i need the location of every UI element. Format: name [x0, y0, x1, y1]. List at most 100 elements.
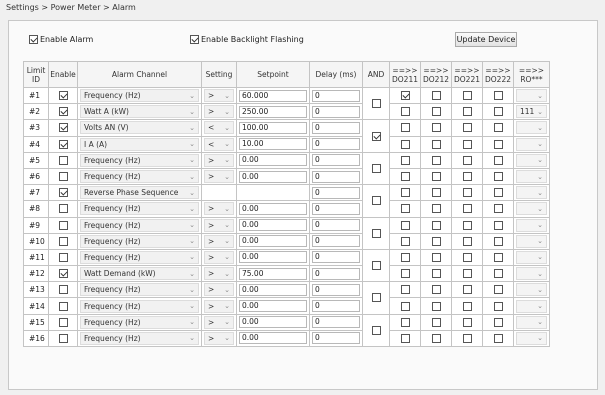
ro-select[interactable]: ⌄	[516, 137, 547, 151]
do211-checkbox[interactable]	[400, 91, 410, 101]
do211-checkbox[interactable]	[400, 269, 410, 279]
do212-checkbox[interactable]	[431, 188, 441, 198]
do222-checkbox[interactable]	[493, 91, 503, 101]
and-checkbox[interactable]	[371, 228, 381, 238]
alarm-channel-select[interactable]: Reverse Phase Sequence ⌄	[80, 186, 199, 200]
and-checkbox[interactable]	[371, 293, 381, 303]
enable-checkbox[interactable]	[58, 123, 68, 133]
do222-checkbox[interactable]	[493, 204, 503, 214]
do221-checkbox[interactable]	[462, 204, 472, 214]
enable-alarm-control[interactable]: Enable Alarm	[29, 35, 93, 44]
enable-checkbox[interactable]	[58, 236, 68, 246]
do222-checkbox[interactable]	[493, 123, 503, 133]
and-checkbox[interactable]	[371, 196, 381, 206]
setpoint-input[interactable]: 0.00	[239, 251, 307, 264]
do222-checkbox[interactable]	[493, 172, 503, 182]
setpoint-input[interactable]: 0.00	[239, 202, 307, 215]
setpoint-input[interactable]: 0.00	[239, 154, 307, 167]
do222-checkbox[interactable]	[493, 155, 503, 165]
ro-select[interactable]: ⌄	[516, 234, 547, 248]
delay-input[interactable]: 0	[312, 235, 360, 248]
ro-select[interactable]: ⌄	[516, 299, 547, 313]
do211-checkbox[interactable]	[400, 188, 410, 198]
do222-checkbox[interactable]	[493, 107, 503, 117]
enable-checkbox[interactable]	[58, 252, 68, 262]
delay-input[interactable]: 0	[312, 105, 360, 118]
ro-select[interactable]: ⌄	[516, 283, 547, 297]
enable-checkbox[interactable]	[58, 188, 68, 198]
alarm-channel-select[interactable]: Watt A (kW) ⌄	[80, 105, 199, 119]
setting-select[interactable]: > ⌄	[204, 105, 234, 119]
do212-checkbox[interactable]	[431, 91, 441, 101]
do211-checkbox[interactable]	[400, 236, 410, 246]
enable-checkbox[interactable]	[58, 285, 68, 295]
setting-select[interactable]: > ⌄	[204, 153, 234, 167]
enable-checkbox[interactable]	[58, 91, 68, 101]
alarm-channel-select[interactable]: Volts AN (V) ⌄	[80, 121, 199, 135]
ro-select[interactable]: ⌄	[516, 186, 547, 200]
delay-input[interactable]: 0	[312, 202, 360, 215]
do222-checkbox[interactable]	[493, 301, 503, 311]
enable-checkbox[interactable]	[58, 333, 68, 343]
alarm-channel-select[interactable]: Frequency (Hz) ⌄	[80, 218, 199, 232]
do211-checkbox[interactable]	[400, 317, 410, 327]
ro-select[interactable]: ⌄	[516, 218, 547, 232]
do221-checkbox[interactable]	[462, 188, 472, 198]
do211-checkbox[interactable]	[400, 333, 410, 343]
do221-checkbox[interactable]	[462, 333, 472, 343]
do211-checkbox[interactable]	[400, 107, 410, 117]
delay-input[interactable]: 0	[312, 316, 360, 329]
do221-checkbox[interactable]	[462, 107, 472, 117]
do222-checkbox[interactable]	[493, 317, 503, 327]
do221-checkbox[interactable]	[462, 139, 472, 149]
setpoint-input[interactable]: 0.00	[239, 316, 307, 329]
delay-input[interactable]: 0	[312, 186, 360, 199]
alarm-channel-select[interactable]: I A (A) ⌄	[80, 137, 199, 151]
setting-select[interactable]: > ⌄	[204, 202, 234, 216]
and-checkbox[interactable]	[371, 163, 381, 173]
setpoint-input[interactable]: 0.00	[239, 283, 307, 296]
do211-checkbox[interactable]	[400, 285, 410, 295]
and-checkbox[interactable]	[371, 131, 381, 141]
delay-input[interactable]: 0	[312, 138, 360, 151]
alarm-channel-select[interactable]: Frequency (Hz) ⌄	[80, 331, 199, 345]
do221-checkbox[interactable]	[462, 269, 472, 279]
do212-checkbox[interactable]	[431, 123, 441, 133]
do212-checkbox[interactable]	[431, 236, 441, 246]
do221-checkbox[interactable]	[462, 220, 472, 230]
do222-checkbox[interactable]	[493, 139, 503, 149]
do212-checkbox[interactable]	[431, 204, 441, 214]
setpoint-input[interactable]: 0.00	[239, 300, 307, 313]
delay-input[interactable]: 0	[312, 283, 360, 296]
delay-input[interactable]: 0	[312, 251, 360, 264]
do212-checkbox[interactable]	[431, 269, 441, 279]
delay-input[interactable]: 0	[312, 300, 360, 313]
alarm-channel-select[interactable]: Frequency (Hz) ⌄	[80, 315, 199, 329]
setpoint-input[interactable]: 0.00	[239, 170, 307, 183]
setpoint-input[interactable]: 0.00	[239, 332, 307, 345]
setting-select[interactable]: > ⌄	[204, 267, 234, 281]
delay-input[interactable]: 0	[312, 219, 360, 232]
setpoint-input[interactable]: 0.00	[239, 235, 307, 248]
alarm-channel-select[interactable]: Frequency (Hz) ⌄	[80, 202, 199, 216]
setting-select[interactable]: < ⌄	[204, 121, 234, 135]
setting-select[interactable]: > ⌄	[204, 315, 234, 329]
delay-input[interactable]: 0	[312, 170, 360, 183]
do222-checkbox[interactable]	[493, 252, 503, 262]
do211-checkbox[interactable]	[400, 204, 410, 214]
enable-checkbox[interactable]	[58, 301, 68, 311]
setpoint-input[interactable]: 100.00	[239, 121, 307, 134]
setting-select[interactable]: > ⌄	[204, 234, 234, 248]
ro-select[interactable]: ⌄	[516, 250, 547, 264]
alarm-channel-select[interactable]: Frequency (Hz) ⌄	[80, 299, 199, 313]
alarm-channel-select[interactable]: Frequency (Hz) ⌄	[80, 153, 199, 167]
do222-checkbox[interactable]	[493, 188, 503, 198]
alarm-channel-select[interactable]: Watt Demand (kW) ⌄	[80, 267, 199, 281]
setting-select[interactable]: > ⌄	[204, 331, 234, 345]
and-checkbox[interactable]	[371, 325, 381, 335]
ro-select[interactable]: ⌄	[516, 267, 547, 281]
enable-checkbox[interactable]	[58, 317, 68, 327]
update-device-button[interactable]: Update Device	[455, 32, 517, 47]
do212-checkbox[interactable]	[431, 172, 441, 182]
delay-input[interactable]: 0	[312, 89, 360, 102]
